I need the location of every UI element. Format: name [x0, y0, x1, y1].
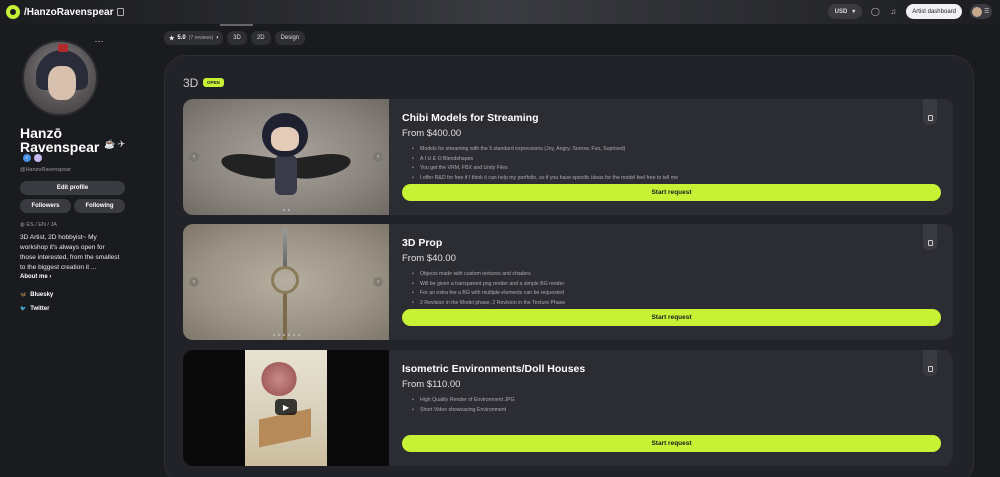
service-details: Objects made with custom textures and sh…	[402, 270, 942, 308]
carousel-dots	[183, 334, 389, 336]
verified-badge-icon: ✓	[23, 154, 31, 162]
section-title: 3D	[183, 76, 199, 90]
chevron-down-icon: ▾	[852, 9, 856, 15]
list-item: Objects made with custom textures and sh…	[402, 270, 942, 280]
service-title: Isometric Environments/Doll Houses	[402, 363, 586, 375]
rating-value: 5.0	[177, 35, 186, 41]
chevron-right-icon: ›	[216, 35, 219, 41]
top-bar: /HanzoRavenspear USD ▾ ◯ ♫ Artist dashbo…	[0, 0, 1000, 24]
service-details: Models for streaming with the 5 standard…	[402, 145, 942, 183]
list-item: Models for streaming with the 5 standard…	[402, 145, 942, 155]
list-item: I offer R&D for free if I think it can h…	[402, 174, 942, 184]
carousel-prev-icon[interactable]: ‹	[189, 277, 199, 287]
bookmark-icon[interactable]	[923, 99, 937, 125]
service-price: From $400.00	[402, 128, 462, 139]
play-icon[interactable]: ▶	[275, 399, 297, 415]
tab-indicator	[220, 24, 253, 26]
category-tabs: ★ 5.0 (7 reviews) › 3D 2D Design	[164, 31, 306, 45]
service-price: From $40.00	[402, 253, 456, 264]
tab-2d[interactable]: 2D	[250, 31, 271, 45]
following-button[interactable]: Following	[74, 199, 125, 213]
service-image[interactable]: ‹ ›	[183, 224, 389, 340]
languages: ◍ ES / EN / JA	[20, 222, 57, 228]
list-item: Short Video showcasing Environment	[402, 406, 942, 416]
social-label: Twitter	[30, 306, 50, 312]
bird-icon: 🐦	[20, 306, 27, 312]
social-link-bluesky[interactable]: 🦋 Bluesky	[20, 292, 53, 298]
star-icon: ★	[169, 35, 175, 42]
social-label: Bluesky	[30, 292, 54, 298]
list-item: High Quality Render of Environment JPG	[402, 396, 942, 406]
tab-design[interactable]: Design	[274, 31, 306, 45]
about-me-label: About me	[20, 274, 48, 280]
service-card[interactable]: ‹ › Chibi Models for Streaming From $400…	[183, 99, 953, 215]
avatar	[972, 6, 982, 17]
list-item: A I U E O Blendshapes	[402, 155, 942, 165]
vgen-logo-icon[interactable]	[6, 5, 20, 19]
currency-label: USD	[834, 8, 848, 15]
tea-bird-icon: ☕ ✈	[104, 139, 126, 149]
status-badge: OPEN	[203, 78, 224, 87]
rating-tab[interactable]: ★ 5.0 (7 reviews) ›	[164, 31, 224, 45]
start-request-button[interactable]: Start request	[402, 435, 941, 452]
currency-select[interactable]: USD ▾	[827, 4, 863, 19]
list-item: 2 Revision in the Model phase, 2 Revisio…	[402, 299, 942, 309]
bookmark-icon[interactable]	[923, 350, 937, 376]
social-link-twitter[interactable]: 🐦 Twitter	[20, 306, 49, 312]
service-title: 3D Prop	[402, 237, 443, 249]
edit-profile-button[interactable]: Edit profile	[20, 181, 125, 195]
profile-avatar	[22, 40, 98, 116]
start-request-button[interactable]: Start request	[402, 309, 941, 326]
profile-bio: 3D Artist, 2D hobbyist~ My workshop it's…	[20, 234, 120, 271]
profile-path: /HanzoRavenspear	[24, 6, 114, 18]
start-request-button[interactable]: Start request	[402, 184, 941, 201]
chevron-right-icon: ›	[49, 274, 52, 280]
service-card[interactable]: ▶ Isometric Environments/Doll Houses Fro…	[183, 350, 953, 466]
carousel-next-icon[interactable]: ›	[373, 152, 383, 162]
review-count: (7 reviews)	[188, 35, 214, 41]
profile-handle: @HanzoRavenspear	[20, 167, 72, 173]
languages-label: ES / EN / JA	[26, 222, 57, 228]
service-title: Chibi Models for Streaming	[402, 112, 539, 124]
followers-button[interactable]: Followers	[20, 199, 71, 213]
carousel-next-icon[interactable]: ›	[373, 277, 383, 287]
list-item: Will be given a transparent png render a…	[402, 280, 942, 290]
copy-icon[interactable]	[117, 8, 125, 16]
carousel-dots	[183, 209, 389, 211]
service-image[interactable]: ‹ ›	[183, 99, 389, 215]
chat-icon[interactable]: ◯	[870, 7, 880, 17]
carousel-prev-icon[interactable]: ‹	[189, 152, 199, 162]
service-price: From $110.00	[402, 379, 461, 390]
list-item: You get the VRM, FBX and Unity Files	[402, 164, 942, 174]
service-video[interactable]: ▶	[183, 350, 389, 466]
tab-3d[interactable]: 3D	[227, 31, 247, 45]
more-options-icon[interactable]: ···	[90, 36, 108, 50]
bell-icon[interactable]: ♫	[888, 7, 898, 17]
service-card[interactable]: ‹ › 3D Prop From $40.00 Objects made wit…	[183, 224, 953, 340]
gem-badge-icon	[34, 154, 42, 162]
list-item: For an extra fee a BG with multiple elem…	[402, 289, 942, 299]
artist-dashboard-button[interactable]: Artist dashboard	[906, 4, 962, 19]
service-details: High Quality Render of Environment JPG S…	[402, 396, 942, 415]
account-menu[interactable]: ☰	[970, 4, 992, 19]
butterfly-icon: 🦋	[20, 292, 27, 298]
bookmark-icon[interactable]	[923, 224, 937, 250]
about-me-link[interactable]: About me ›	[20, 274, 51, 280]
menu-icon: ☰	[984, 9, 990, 15]
